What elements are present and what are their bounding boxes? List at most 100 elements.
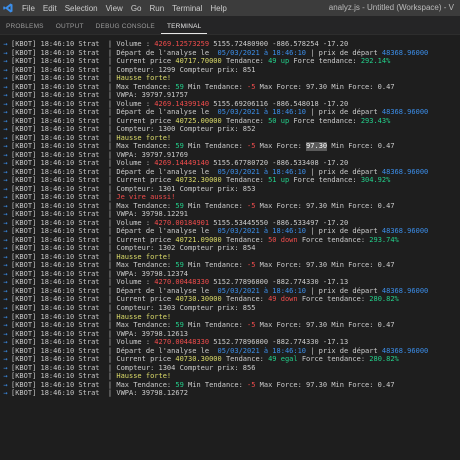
terminal-output[interactable]: → [KBOT] 18:46:10 Strat | Volume : 4269.1… — [0, 35, 460, 398]
terminal-line: → [KBOT] 18:46:10 Strat | Départ de l'ana… — [0, 168, 460, 177]
vscode-icon — [3, 3, 13, 13]
log-segment: Départ de l'analyse le — [116, 346, 218, 355]
terminal-line: → [KBOT] 18:46:10 Strat | VWPA: 39798.122… — [0, 210, 460, 219]
terminal-line: → [KBOT] 18:46:10 Strat | Volume : 4269.1… — [0, 159, 460, 168]
log-prefix: [KBOT] 18:46:10 Strat | — [11, 184, 117, 193]
log-segment: Volume : — [116, 218, 155, 227]
log-prefix: [KBOT] 18:46:10 Strat | — [11, 142, 117, 151]
log-prefix: [KBOT] 18:46:10 Strat | — [11, 108, 117, 117]
terminal-line: → [KBOT] 18:46:10 Strat | Compteur: 1302 … — [0, 244, 460, 253]
log-segment: -5 — [247, 261, 256, 270]
terminal-line: → [KBOT] 18:46:10 Strat | Compteur: 1300 … — [0, 125, 460, 134]
arrow-right-icon: → — [3, 142, 8, 151]
terminal-line: → [KBOT] 18:46:10 Strat | Max Tendance: 5… — [0, 321, 460, 330]
log-segment: -5 — [247, 82, 256, 91]
log-segment: 5155.72480900 -886.578254 -17.20 — [209, 40, 349, 48]
arrow-right-icon: → — [3, 244, 8, 253]
arrow-right-icon: → — [3, 338, 8, 347]
log-segment: 50 down — [268, 235, 298, 244]
log-prefix: [KBOT] 18:46:10 Strat | — [11, 82, 117, 91]
log-segment: Départ de l'analyse le — [116, 286, 218, 295]
menu-item-view[interactable]: View — [102, 4, 127, 13]
log-prefix: [KBOT] 18:46:10 Strat | — [11, 303, 117, 312]
log-prefix: [KBOT] 18:46:10 Strat | — [11, 269, 117, 278]
log-segment: Current price — [116, 295, 176, 304]
log-segment: Départ de l'analyse le — [116, 167, 218, 176]
terminal-line: → [KBOT] 18:46:10 Strat | Compteur: 1304 … — [0, 364, 460, 373]
log-segment: 59 — [175, 380, 184, 389]
arrow-right-icon: → — [3, 303, 8, 312]
log-segment: Force tendance: — [297, 235, 370, 244]
log-segment: Compteur: 1300 Compteur prix: 852 — [116, 125, 256, 134]
log-segment: 4270.00448330 — [154, 338, 210, 347]
menu-item-go[interactable]: Go — [127, 4, 146, 13]
log-segment: Compteur: 1301 Compteur prix: 853 — [116, 184, 256, 193]
log-segment: 05/03/2021 à 18:46:10 — [217, 346, 307, 355]
log-segment: Max Force: 97.30 Min Force: 0.47 — [255, 261, 395, 270]
terminal-line: → [KBOT] 18:46:10 Strat | Compteur: 1301 … — [0, 185, 460, 194]
log-segment: Min Tendance: — [183, 142, 248, 151]
log-segment: 97.30 — [306, 142, 328, 151]
log-segment: Current price — [116, 116, 176, 125]
log-prefix: [KBOT] 18:46:10 Strat | — [11, 321, 117, 330]
terminal-line: → [KBOT] 18:46:10 Strat | Max Tendance: 5… — [0, 202, 460, 211]
menu-item-terminal[interactable]: Terminal — [168, 4, 206, 13]
log-segment: Volume : — [116, 40, 155, 48]
log-prefix: [KBOT] 18:46:10 Strat | — [11, 159, 117, 168]
log-segment: Départ de l'analyse le — [116, 48, 218, 57]
log-segment: 05/03/2021 à 18:46:10 — [217, 108, 307, 117]
log-prefix: [KBOT] 18:46:10 Strat | — [11, 235, 117, 244]
log-prefix: [KBOT] 18:46:10 Strat | — [11, 389, 117, 398]
tab-terminal[interactable]: TERMINAL — [160, 23, 208, 34]
arrow-right-icon: → — [3, 312, 8, 321]
arrow-right-icon: → — [3, 108, 8, 117]
menu-item-edit[interactable]: Edit — [39, 4, 61, 13]
log-segment: 59 — [175, 82, 184, 91]
terminal-line: → [KBOT] 18:46:10 Strat | Volume : 4269.1… — [0, 100, 460, 109]
log-segment: Compteur: 1304 Compteur prix: 856 — [116, 363, 256, 372]
terminal-line: → [KBOT] 18:46:10 Strat | Hausse forte! — [0, 313, 460, 322]
arrow-right-icon: → — [3, 329, 8, 338]
log-segment: 50 up — [268, 116, 290, 125]
tab-debug-console[interactable]: DEBUG CONSOLE — [90, 23, 161, 34]
arrow-right-icon: → — [3, 91, 8, 100]
log-segment: Départ de l'analyse le — [116, 108, 218, 117]
tab-problems[interactable]: PROBLEMS — [0, 23, 50, 34]
menu-item-run[interactable]: Run — [145, 4, 168, 13]
arrow-right-icon: → — [3, 48, 8, 57]
log-segment: Tendance: — [221, 176, 269, 185]
log-segment: Max Tendance: — [116, 261, 176, 270]
log-prefix: [KBOT] 18:46:10 Strat | — [11, 278, 117, 287]
terminal-line: → [KBOT] 18:46:10 Strat | Hausse forte! — [0, 74, 460, 83]
log-segment: Current price — [116, 57, 176, 66]
terminal-line: → [KBOT] 18:46:10 Strat | Current price 4… — [0, 236, 460, 245]
log-segment: | prix de départ — [306, 108, 382, 117]
arrow-right-icon: → — [3, 380, 8, 389]
log-segment: Compteur: 1299 Compteur prix: 851 — [116, 65, 256, 74]
log-segment: 48368.96000 — [381, 227, 429, 236]
arrow-right-icon: → — [3, 346, 8, 355]
tab-output[interactable]: OUTPUT — [50, 23, 90, 34]
terminal-line: → [KBOT] 18:46:10 Strat | Volume : 4270.0… — [0, 278, 460, 287]
log-segment: Max Tendance: — [116, 321, 176, 330]
menu-item-selection[interactable]: Selection — [61, 4, 102, 13]
terminal-line: → [KBOT] 18:46:10 Strat | Hausse forte! — [0, 372, 460, 381]
log-segment: Current price — [116, 235, 176, 244]
terminal-line: → [KBOT] 18:46:10 Strat | Current price 4… — [0, 295, 460, 304]
log-segment: -5 — [247, 201, 256, 210]
arrow-right-icon: → — [3, 82, 8, 91]
menu-bar: File Edit Selection View Go Run Terminal Help — [18, 4, 231, 13]
terminal-line: → [KBOT] 18:46:10 Strat | Départ de l'ana… — [0, 227, 460, 236]
log-segment: 48368.96000 — [381, 167, 429, 176]
log-segment: -5 — [247, 380, 256, 389]
menu-item-help[interactable]: Help — [206, 4, 230, 13]
log-prefix: [KBOT] 18:46:10 Strat | — [11, 150, 117, 159]
log-prefix: [KBOT] 18:46:10 Strat | — [11, 227, 117, 236]
log-segment: 5155.69206116 -886.548018 -17.20 — [209, 99, 349, 108]
log-segment: 4270.00448330 — [154, 278, 210, 287]
log-segment: VWPA: 39798.12291 — [116, 210, 189, 219]
log-segment: 59 — [175, 261, 184, 270]
menu-item-file[interactable]: File — [18, 4, 39, 13]
log-segment: VWPA: 39798.12374 — [116, 269, 189, 278]
arrow-right-icon: → — [3, 321, 8, 330]
